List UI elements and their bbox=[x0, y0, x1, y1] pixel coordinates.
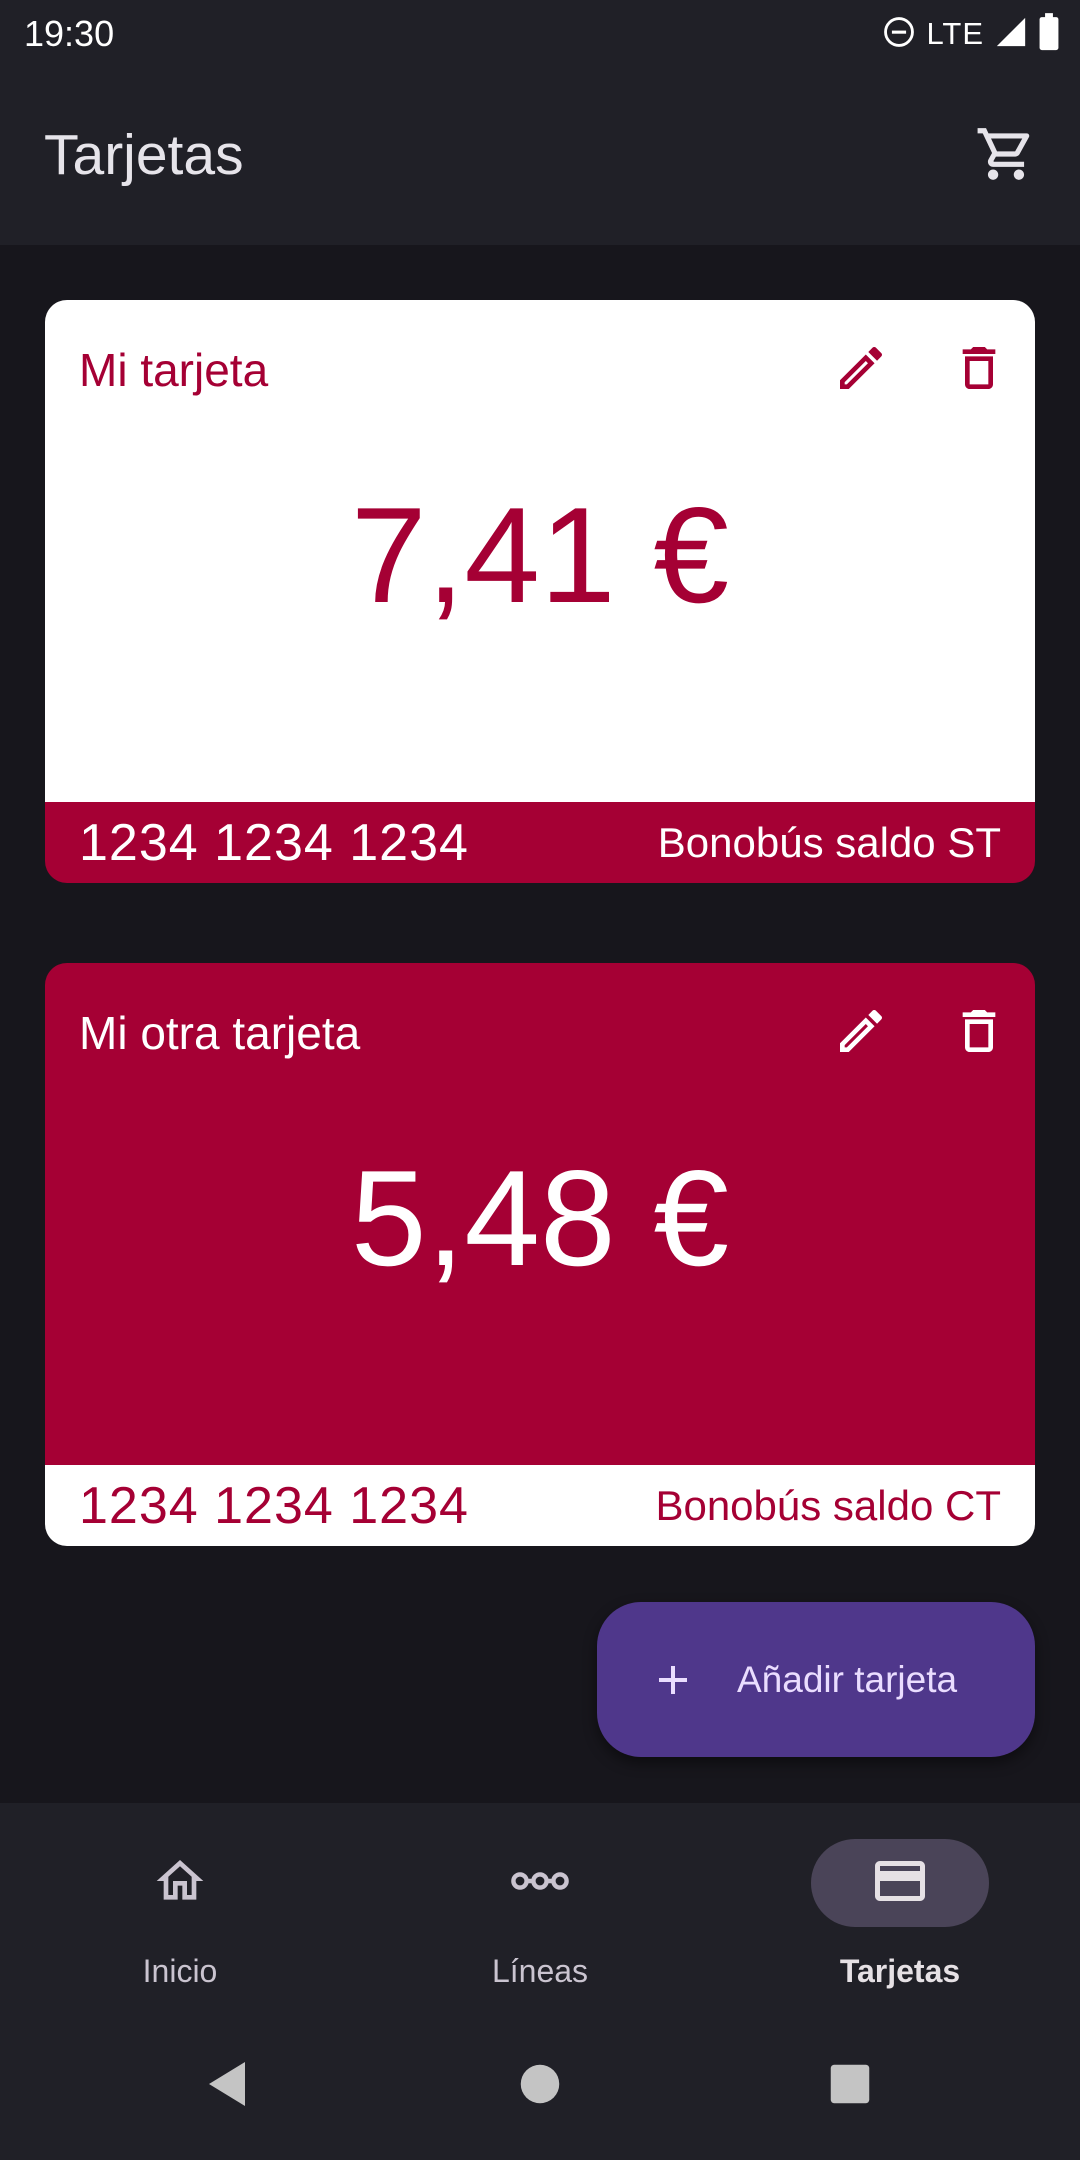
card-mi-tarjeta[interactable]: Mi tarjeta 7,41 € 1234 1234 1234 Bonobús… bbox=[45, 300, 1035, 883]
route-icon bbox=[508, 1861, 572, 1906]
nav-indicator bbox=[91, 1839, 269, 1927]
battery-icon bbox=[1038, 12, 1060, 56]
add-card-label: Añadir tarjeta bbox=[737, 1658, 958, 1700]
trash-icon bbox=[951, 1003, 1007, 1064]
recents-button[interactable] bbox=[817, 2053, 883, 2119]
card-balance: 5,48 € bbox=[350, 1142, 730, 1294]
pencil-icon bbox=[833, 1003, 889, 1064]
cart-icon bbox=[975, 123, 1037, 190]
recents-icon bbox=[829, 2063, 871, 2110]
status-bar: 19:30 LTE bbox=[0, 0, 1080, 68]
add-card-button[interactable]: Añadir tarjeta bbox=[597, 1602, 1035, 1757]
card-balance: 7,41 € bbox=[350, 479, 730, 631]
card-type: Bonobús saldo ST bbox=[657, 818, 1001, 866]
card-footer: 1234 1234 1234 Bonobús saldo CT bbox=[45, 1465, 1035, 1546]
back-icon bbox=[205, 2060, 249, 2113]
nav-indicator-active bbox=[811, 1839, 989, 1927]
do-not-disturb-icon bbox=[882, 15, 916, 54]
screen: 19:30 LTE Tarjetas Mi tarjeta 7,41 € 123… bbox=[0, 0, 1080, 2160]
system-nav-bar bbox=[0, 2013, 1080, 2160]
card-mi-otra-tarjeta[interactable]: Mi otra tarjeta 5,48 € 1234 1234 1234 Bo… bbox=[45, 963, 1035, 1546]
nav-label: Inicio bbox=[142, 1953, 218, 1989]
nav-item-tarjetas[interactable]: Tarjetas bbox=[720, 1833, 1080, 2003]
back-button[interactable] bbox=[194, 2053, 260, 2119]
card-name: Mi tarjeta bbox=[79, 344, 269, 396]
cart-button[interactable] bbox=[968, 118, 1044, 194]
trash-icon bbox=[951, 340, 1007, 401]
page-title: Tarjetas bbox=[44, 123, 244, 187]
delete-card-button[interactable] bbox=[947, 338, 1011, 402]
nav-label: Tarjetas bbox=[839, 1953, 961, 1989]
edit-card-button[interactable] bbox=[829, 1001, 893, 1065]
home-button[interactable] bbox=[507, 2053, 573, 2119]
app-bar: Tarjetas bbox=[0, 68, 1080, 245]
home-circle-icon bbox=[519, 2063, 561, 2110]
card-number: 1234 1234 1234 bbox=[79, 1476, 469, 1535]
card-body: Mi otra tarjeta 5,48 € bbox=[45, 963, 1035, 1465]
nav-item-lineas[interactable]: Líneas bbox=[360, 1833, 720, 2003]
card-type: Bonobús saldo CT bbox=[655, 1481, 1001, 1529]
plus-icon bbox=[649, 1656, 697, 1704]
nav-indicator bbox=[451, 1839, 629, 1927]
card-number: 1234 1234 1234 bbox=[79, 813, 469, 872]
status-time: 19:30 bbox=[24, 13, 115, 54]
pencil-icon bbox=[833, 340, 889, 401]
card-body: Mi tarjeta 7,41 € bbox=[45, 300, 1035, 802]
network-type: LTE bbox=[926, 16, 984, 51]
signal-icon bbox=[994, 15, 1028, 54]
card-name: Mi otra tarjeta bbox=[79, 1007, 361, 1059]
status-icons: LTE bbox=[882, 12, 1060, 56]
nav-item-inicio[interactable]: Inicio bbox=[0, 1833, 360, 2003]
home-icon bbox=[152, 1853, 208, 1914]
delete-card-button[interactable] bbox=[947, 1001, 1011, 1065]
edit-card-button[interactable] bbox=[829, 338, 893, 402]
nav-label: Líneas bbox=[491, 1953, 589, 1989]
bottom-nav: Inicio Líneas Tarjetas bbox=[0, 1803, 1080, 2013]
card-footer: 1234 1234 1234 Bonobús saldo ST bbox=[45, 802, 1035, 883]
credit-card-icon bbox=[870, 1851, 930, 1916]
